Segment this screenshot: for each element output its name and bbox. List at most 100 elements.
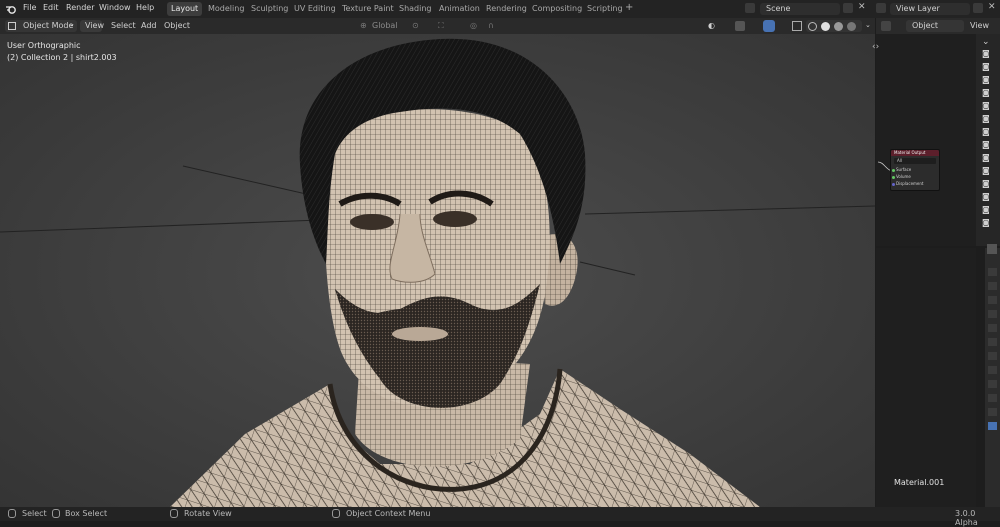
- data-tab-icon[interactable]: [988, 408, 997, 416]
- object-dropdown[interactable]: Object: [906, 20, 964, 32]
- xray-icon[interactable]: [792, 21, 802, 31]
- chevron-down-icon: ⌄: [69, 20, 75, 28]
- camera-icon[interactable]: ◙: [982, 127, 990, 136]
- status-rotate-view: Rotate View: [184, 509, 232, 518]
- material-shading-icon[interactable]: [834, 21, 843, 31]
- collapse-arrows-icon[interactable]: ‹›: [872, 42, 879, 52]
- node-target-dropdown[interactable]: All: [894, 158, 936, 164]
- tab-sculpting[interactable]: Sculpting: [247, 2, 292, 16]
- node-editor[interactable]: ‹› Material Output All Surface Volume Di…: [872, 34, 976, 246]
- pivot-icon[interactable]: ⊙: [412, 21, 419, 30]
- physics-tab-icon[interactable]: [988, 380, 997, 388]
- material-name: Material.001: [894, 478, 945, 487]
- tab-layout[interactable]: Layout: [167, 2, 203, 16]
- surface-socket-icon[interactable]: [892, 169, 895, 172]
- mode-selector[interactable]: Object Mode ⌄: [5, 20, 77, 32]
- collection-info: (2) Collection 2 | shirt2.003: [7, 53, 117, 62]
- camera-icon[interactable]: ◙: [982, 153, 990, 162]
- view-name: User Orthographic: [7, 41, 81, 50]
- menu-render[interactable]: Render: [66, 3, 94, 12]
- camera-icon[interactable]: ◙: [982, 218, 990, 227]
- overlay-toggle-icon[interactable]: [763, 20, 775, 32]
- menu-add[interactable]: Add: [141, 21, 157, 30]
- camera-icon[interactable]: ◙: [982, 62, 990, 71]
- camera-icon[interactable]: ◙: [982, 140, 990, 149]
- tool-tab-icon[interactable]: [987, 244, 997, 254]
- shading-options-icon[interactable]: ⌄: [865, 21, 871, 29]
- displacement-socket-icon[interactable]: [892, 183, 895, 186]
- solid-shading-icon[interactable]: [821, 21, 830, 31]
- camera-icon[interactable]: ◙: [982, 101, 990, 110]
- menu-help[interactable]: Help: [136, 3, 154, 12]
- 3d-viewport[interactable]: User Orthographic (2) Collection 2 | shi…: [0, 34, 875, 507]
- camera-icon[interactable]: ◙: [982, 205, 990, 214]
- tab-rendering[interactable]: Rendering: [482, 2, 531, 16]
- tab-modeling[interactable]: Modeling: [204, 2, 248, 16]
- camera-icon[interactable]: ◙: [982, 179, 990, 188]
- grid-line: [182, 165, 316, 197]
- menu-select[interactable]: Select: [111, 21, 136, 30]
- output-tab-icon[interactable]: [988, 282, 997, 290]
- orientation-icon[interactable]: ⊕: [360, 21, 367, 30]
- menu-view[interactable]: View: [85, 21, 104, 30]
- wireframe-shading-icon[interactable]: [808, 21, 817, 31]
- transform-orientation[interactable]: Global: [372, 21, 398, 30]
- volume-socket-icon[interactable]: [892, 176, 895, 179]
- menu-object[interactable]: Object: [164, 21, 190, 30]
- object-tab-icon[interactable]: [988, 338, 997, 346]
- tab-compositing[interactable]: Compositing: [528, 2, 586, 16]
- scene-icon[interactable]: [745, 3, 755, 13]
- snap-icon[interactable]: ⛶: [438, 21, 444, 31]
- status-box-select: Box Select: [65, 509, 108, 518]
- viewport-canvas: [0, 38, 875, 507]
- proportional-edit-icon[interactable]: ◎: [470, 21, 477, 30]
- scene-field[interactable]: Scene: [760, 3, 840, 15]
- view-menu[interactable]: View: [970, 21, 989, 30]
- world-tab-icon[interactable]: [988, 324, 997, 332]
- top-bar: File Edit Render Window Help Layout Mode…: [0, 0, 1000, 18]
- scene-tab-icon[interactable]: [988, 310, 997, 318]
- new-scene-icon[interactable]: [843, 3, 853, 13]
- node-header: Material Output: [891, 150, 939, 156]
- camera-icon[interactable]: ◙: [982, 192, 990, 201]
- rendered-shading-icon[interactable]: [847, 21, 856, 31]
- close-scene-icon[interactable]: ✕: [858, 2, 866, 12]
- gizmo-toggle-icon[interactable]: [735, 21, 745, 31]
- particles-tab-icon[interactable]: [988, 366, 997, 374]
- render-tab-icon[interactable]: [988, 268, 997, 276]
- menu-window[interactable]: Window: [99, 3, 131, 12]
- new-view-layer-icon[interactable]: [973, 3, 983, 13]
- tab-uv-editing[interactable]: UV Editing: [290, 2, 340, 16]
- material-output-node[interactable]: Material Output All Surface Volume Displ…: [890, 149, 940, 191]
- camera-icon[interactable]: ◙: [982, 49, 990, 58]
- filter-icon[interactable]: ⌄: [982, 37, 990, 47]
- add-workspace-button[interactable]: +: [621, 1, 637, 15]
- constraints-tab-icon[interactable]: [988, 394, 997, 402]
- view-layer-icon[interactable]: [876, 3, 886, 13]
- grid-line: [584, 205, 875, 215]
- lips-mesh: [392, 327, 448, 341]
- view-layer-field[interactable]: View Layer: [890, 3, 970, 15]
- material-tab-icon[interactable]: [988, 422, 997, 430]
- modifier-tab-icon[interactable]: [988, 352, 997, 360]
- camera-icon[interactable]: ◙: [982, 75, 990, 84]
- blender-logo-icon[interactable]: [5, 3, 17, 15]
- grid-line: [0, 219, 321, 233]
- tab-animation[interactable]: Animation: [435, 2, 484, 16]
- node-input-displacement: Displacement: [896, 181, 924, 186]
- tab-shading[interactable]: Shading: [395, 2, 436, 16]
- version-label: 3.0.0 Alpha: [955, 509, 978, 527]
- visibility-icon[interactable]: ◐: [708, 21, 715, 30]
- tab-texture-paint[interactable]: Texture Paint: [338, 2, 398, 16]
- node-input-volume: Volume: [896, 174, 911, 179]
- view-layer-name: View Layer: [896, 4, 940, 13]
- view-layer-tab-icon[interactable]: [988, 296, 997, 304]
- menu-edit[interactable]: Edit: [43, 3, 59, 12]
- camera-icon[interactable]: ◙: [982, 114, 990, 123]
- editor-type-icon[interactable]: [881, 21, 891, 31]
- camera-icon[interactable]: ◙: [982, 88, 990, 97]
- proportional-falloff-icon[interactable]: ∩: [488, 21, 494, 30]
- close-view-layer-icon[interactable]: ✕: [988, 2, 996, 12]
- camera-icon[interactable]: ◙: [982, 166, 990, 175]
- menu-file[interactable]: File: [23, 3, 36, 12]
